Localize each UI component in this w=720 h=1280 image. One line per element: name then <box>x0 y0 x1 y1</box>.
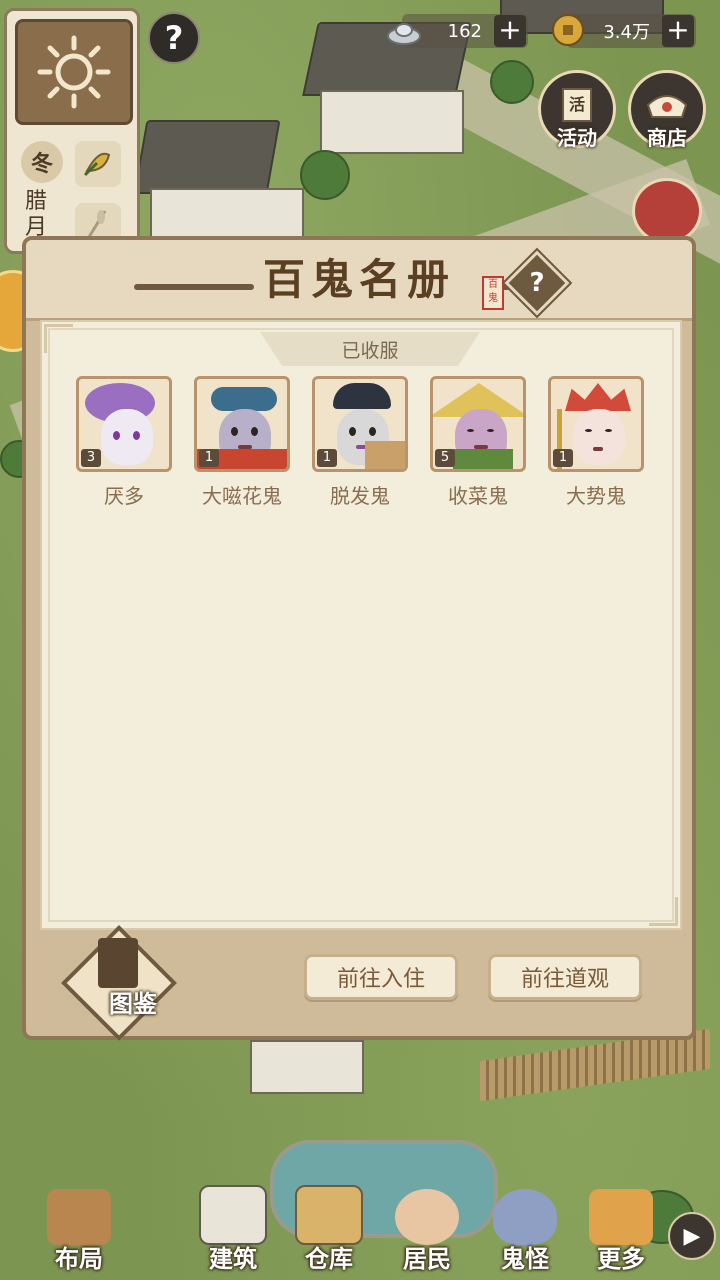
season-label: 冬 <box>21 141 63 183</box>
nav-build-label: 建筑 <box>209 1245 257 1273</box>
shop-button[interactable]: 商店 <box>628 70 706 150</box>
title-seal: 百鬼 <box>482 276 504 310</box>
scroll-book-icon <box>98 938 138 988</box>
corner-ornament <box>649 897 678 926</box>
registry-page: 已收服 3 厌多 1 大嗞花鬼 1 脱发鬼 5 收菜鬼 1 大势鬼 <box>40 320 682 930</box>
ghost-icon <box>493 1189 557 1245</box>
ghost-face <box>101 409 153 465</box>
nav-build[interactable]: 建筑 <box>188 1185 278 1274</box>
ghost-card-list: 3 厌多 1 大嗞花鬼 1 脱发鬼 5 收菜鬼 1 大势鬼 <box>74 376 646 509</box>
house <box>250 1040 364 1094</box>
ghost-card[interactable]: 1 大嗞花鬼 <box>192 376 292 509</box>
nav-residents-label: 居民 <box>403 1245 451 1273</box>
green-robe <box>453 449 513 469</box>
ghost-portrait-tuofagui: 1 <box>312 376 408 472</box>
ghost-face <box>573 409 625 465</box>
shop-label: 商店 <box>647 126 687 150</box>
go-temple-button[interactable]: 前往道观 <box>488 954 642 1000</box>
ghost-portrait-yanduo: 3 <box>76 376 172 472</box>
count-badge: 1 <box>317 449 337 467</box>
nav-storage-label: 仓库 <box>305 1245 353 1273</box>
nav-more-label: 更多 <box>597 1245 645 1273</box>
house-roof <box>133 120 281 194</box>
ghost-portrait-dashigui: 1 <box>548 376 644 472</box>
nav-expand-arrow-icon[interactable]: ▶ <box>668 1212 716 1260</box>
ghost-registry-dialog: 百鬼名册 百鬼 ? 已收服 3 厌多 1 大嗞花鬼 1 脱发鬼 5 收菜鬼 1 … <box>22 236 696 1041</box>
corner-ornament <box>44 324 73 353</box>
layout-icon <box>47 1189 111 1245</box>
go-move-in-button[interactable]: 前往入住 <box>304 954 458 1000</box>
month-label: 腊月 <box>25 189 48 240</box>
bottom-nav: 布局 建筑 仓库 居民 鬼怪 更多 ▶ <box>0 1180 720 1280</box>
nav-ghosts[interactable]: 鬼怪 <box>480 1189 570 1274</box>
add-silver-button[interactable]: + <box>494 15 526 47</box>
ghost-name: 收菜鬼 <box>448 484 508 508</box>
resident-icon <box>395 1189 459 1245</box>
tab-captured[interactable]: 已收服 <box>260 332 480 366</box>
add-coin-button[interactable]: + <box>662 15 694 47</box>
count-badge: 1 <box>553 449 573 467</box>
warehouse-icon <box>295 1185 363 1245</box>
lantern-icon <box>589 1189 653 1245</box>
sun-weather-icon[interactable] <box>15 19 133 125</box>
house <box>320 90 464 154</box>
coin-resource: 3.4万 + <box>552 14 696 48</box>
nav-residents[interactable]: 居民 <box>382 1189 472 1274</box>
dialog-header: 百鬼名册 百鬼 ? <box>26 240 692 321</box>
activity-label: 活动 <box>557 126 597 150</box>
ghost-card[interactable]: 1 脱发鬼 <box>310 376 410 509</box>
ghost-portrait-dazihuagui: 1 <box>194 376 290 472</box>
ghost-name: 大势鬼 <box>566 484 626 508</box>
ghost-name: 脱发鬼 <box>330 484 390 508</box>
tree <box>490 60 534 104</box>
nav-layout[interactable]: 布局 <box>34 1189 124 1274</box>
ghost-name: 大嗞花鬼 <box>202 484 282 508</box>
ghost-name: 厌多 <box>104 484 144 508</box>
silver-resource: 162 + <box>387 14 528 48</box>
tree <box>300 150 350 200</box>
book-stack <box>365 441 405 469</box>
ghost-card[interactable]: 3 厌多 <box>74 376 174 509</box>
count-badge: 1 <box>199 449 219 467</box>
lucky-bag-icon[interactable] <box>632 178 702 244</box>
ghost-card[interactable]: 1 大势鬼 <box>546 376 646 509</box>
house <box>150 188 304 242</box>
activity-badge: 活 <box>568 95 585 114</box>
activity-button[interactable]: 活 活动 <box>538 70 616 150</box>
ghost-portrait-shoucaigui: 5 <box>430 376 526 472</box>
crown <box>565 383 631 411</box>
question-icon: ? <box>529 268 545 298</box>
nav-layout-label: 布局 <box>55 1245 103 1273</box>
silver-ingot-icon <box>387 23 421 45</box>
copper-coin-icon <box>552 14 584 46</box>
building-icon <box>199 1185 267 1245</box>
crop-icon <box>75 141 121 187</box>
goggles <box>211 387 277 411</box>
atlas-label: 图鉴 <box>109 990 157 1018</box>
nav-more[interactable]: 更多 <box>576 1189 666 1274</box>
dialog-title: 百鬼名册 <box>262 255 455 304</box>
nav-ghosts-label: 鬼怪 <box>501 1245 549 1273</box>
nav-storage[interactable]: 仓库 <box>284 1185 374 1274</box>
ghost-card[interactable]: 5 收菜鬼 <box>428 376 528 509</box>
dialog-footer: 图鉴 前往入住 前往道观 <box>26 925 692 1041</box>
count-badge: 5 <box>435 449 455 467</box>
black-cap <box>333 383 391 409</box>
season-panel[interactable]: 冬 腊月 <box>4 8 140 254</box>
help-button[interactable]: ? <box>148 12 200 64</box>
count-badge: 3 <box>81 449 101 467</box>
